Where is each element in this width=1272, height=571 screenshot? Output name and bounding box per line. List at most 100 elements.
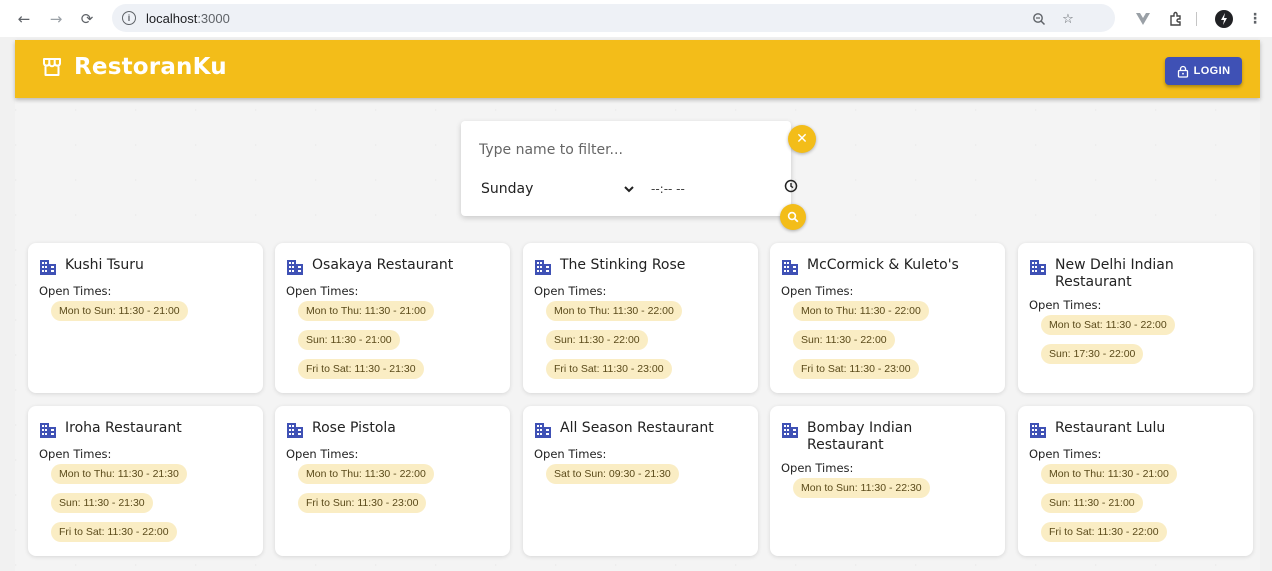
open-time-chip: Fri to Sun: 11:30 - 23:00: [298, 493, 427, 513]
restaurant-title-row: Restaurant Lulu: [1029, 420, 1239, 439]
bookmark-star-icon[interactable]: ☆: [1059, 10, 1077, 28]
restaurant-title-row: Iroha Restaurant: [39, 420, 249, 439]
open-time-chip: Sun: 17:30 - 22:00: [1041, 344, 1144, 364]
open-time-chip: Fri to Sat: 11:30 - 23:00: [793, 359, 919, 379]
forward-arrow-icon[interactable]: →: [45, 8, 67, 30]
restaurant-card[interactable]: The Stinking Rose Open Times: Mon to Thu: …: [523, 243, 758, 393]
building-icon: [781, 258, 799, 276]
restaurant-title-row: Rose Pistola: [286, 420, 496, 439]
building-icon: [534, 421, 552, 439]
open-times-label: Open Times:: [39, 447, 112, 461]
open-time-chip: Sat to Sun: 09:30 - 21:30: [546, 464, 679, 484]
restaurant-name: Iroha Restaurant: [65, 420, 182, 436]
open-time-chip: Sun: 11:30 - 21:00: [298, 330, 400, 350]
building-icon: [286, 421, 304, 439]
search-button[interactable]: [780, 204, 806, 230]
open-times-label: Open Times:: [534, 284, 607, 298]
name-filter-input[interactable]: [479, 139, 739, 161]
extension-vue-icon[interactable]: [1133, 9, 1153, 29]
open-time-chip: Mon to Sat: 11:30 - 22:00: [1041, 315, 1175, 335]
restaurant-name: The Stinking Rose: [560, 257, 686, 273]
restaurant-name: New Delhi Indian Restaurant: [1055, 257, 1174, 290]
restaurant-card[interactable]: Bombay Indian Restaurant Open Times: Mon t…: [770, 406, 1005, 556]
time-input[interactable]: --:-- --: [651, 178, 801, 200]
browser-menu-icon[interactable]: ⋮: [1245, 9, 1265, 29]
brand-name: RestoranKu: [74, 54, 227, 80]
open-times-label: Open Times:: [1029, 447, 1102, 461]
open-times-label: Open Times:: [286, 284, 359, 298]
clear-filter-button[interactable]: ✕: [788, 125, 816, 153]
brand[interactable]: RestoranKu: [41, 54, 227, 80]
browser-toolbar: ← → ⟳ i localhost:3000 ☆ ⋮: [0, 0, 1272, 37]
open-times-label: Open Times:: [781, 284, 854, 298]
open-times-label: Open Times:: [1029, 298, 1102, 312]
restaurant-name: Rose Pistola: [312, 420, 396, 436]
building-icon: [1029, 421, 1047, 439]
open-time-chip: Mon to Thu: 11:30 - 21:00: [298, 301, 434, 321]
profile-avatar-icon[interactable]: [1214, 9, 1234, 29]
open-time-chip: Mon to Thu: 11:30 - 21:30: [51, 464, 187, 484]
login-button[interactable]: LOGIN: [1165, 57, 1242, 85]
restaurant-card[interactable]: All Season Restaurant Open Times: Sat to S…: [523, 406, 758, 556]
restaurant-card[interactable]: Rose Pistola Open Times: Mon to Thu: 11:30…: [275, 406, 510, 556]
restaurant-title-row: Bombay Indian Restaurant: [781, 420, 991, 454]
address-bar[interactable]: i localhost:3000 ☆: [112, 4, 1115, 32]
restaurant-card[interactable]: Kushi Tsuru Open Times: Mon to Sun: 11:30 …: [28, 243, 263, 393]
day-select-value: Sunday: [481, 181, 534, 197]
close-icon: ✕: [796, 131, 808, 147]
store-icon: [43, 58, 61, 76]
restaurant-card[interactable]: Osakaya Restaurant Open Times: Mon to Thu:…: [275, 243, 510, 393]
building-icon: [781, 421, 799, 439]
back-arrow-icon[interactable]: ←: [13, 8, 35, 30]
restaurant-name: Bombay Indian Restaurant: [807, 420, 913, 453]
building-icon: [286, 258, 304, 276]
restaurant-card[interactable]: New Delhi Indian Restaurant Open Times: Mo…: [1018, 243, 1253, 393]
reload-icon[interactable]: ⟳: [76, 8, 98, 30]
restaurant-card[interactable]: Iroha Restaurant Open Times: Mon to Thu: 1…: [28, 406, 263, 556]
clock-icon[interactable]: [783, 178, 799, 194]
open-time-chip: Mon to Thu: 11:30 - 21:00: [1041, 464, 1177, 484]
zoom-icon[interactable]: [1030, 10, 1048, 28]
day-select[interactable]: Sunday: [481, 178, 646, 200]
open-time-chip: Sun: 11:30 - 22:00: [546, 330, 648, 350]
time-input-placeholder: --:-- --: [651, 182, 685, 196]
open-time-chip: Fri to Sat: 11:30 - 22:00: [51, 522, 177, 542]
building-icon: [39, 421, 57, 439]
open-times-label: Open Times:: [286, 447, 359, 461]
restaurant-title-row: McCormick & Kuleto's: [781, 257, 991, 276]
open-times-label: Open Times:: [781, 461, 854, 475]
building-icon: [39, 258, 57, 276]
restaurant-name: Restaurant Lulu: [1055, 420, 1166, 436]
open-time-chip: Sun: 11:30 - 21:00: [1041, 493, 1143, 513]
open-time-chip: Mon to Thu: 11:30 - 22:00: [546, 301, 682, 321]
lock-icon: [1177, 65, 1188, 78]
open-time-chip: Sun: 11:30 - 21:30: [51, 493, 153, 513]
app-header: RestoranKu LOGIN: [15, 40, 1260, 98]
chevron-down-icon: [624, 185, 634, 192]
open-time-chip: Fri to Sat: 11:30 - 21:30: [298, 359, 424, 379]
open-times-label: Open Times:: [39, 284, 112, 298]
search-icon: [787, 211, 799, 223]
restaurant-card[interactable]: Restaurant Lulu Open Times: Mon to Thu: 11…: [1018, 406, 1253, 556]
url-text: localhost:3000: [146, 10, 230, 26]
restaurant-name: Kushi Tsuru: [65, 257, 144, 273]
restaurant-card[interactable]: McCormick & Kuleto's Open Times: Mon to Th…: [770, 243, 1005, 393]
restaurant-title-row: All Season Restaurant: [534, 420, 744, 439]
open-times-label: Open Times:: [534, 447, 607, 461]
open-time-chip: Fri to Sat: 11:30 - 23:00: [546, 359, 672, 379]
page-background: RestoranKu LOGIN Sunday --:-- -- ✕ Kushi…: [15, 40, 1260, 571]
site-info-icon[interactable]: i: [122, 11, 136, 25]
page-viewport: RestoranKu LOGIN Sunday --:-- -- ✕ Kushi…: [0, 37, 1272, 571]
restaurant-name: McCormick & Kuleto's: [807, 257, 959, 273]
building-icon: [1029, 258, 1047, 276]
restaurant-title-row: Osakaya Restaurant: [286, 257, 496, 276]
filter-panel: Sunday --:-- --: [461, 121, 798, 216]
restaurant-title-row: Kushi Tsuru: [39, 257, 249, 276]
login-label: LOGIN: [1193, 65, 1231, 77]
toolbar-divider: [1196, 12, 1197, 26]
open-time-chip: Mon to Thu: 11:30 - 22:00: [298, 464, 434, 484]
open-time-chip: Mon to Sun: 11:30 - 21:00: [51, 301, 188, 321]
restaurant-title-row: New Delhi Indian Restaurant: [1029, 257, 1239, 291]
restaurant-title-row: The Stinking Rose: [534, 257, 744, 276]
extensions-puzzle-icon[interactable]: [1166, 9, 1186, 29]
